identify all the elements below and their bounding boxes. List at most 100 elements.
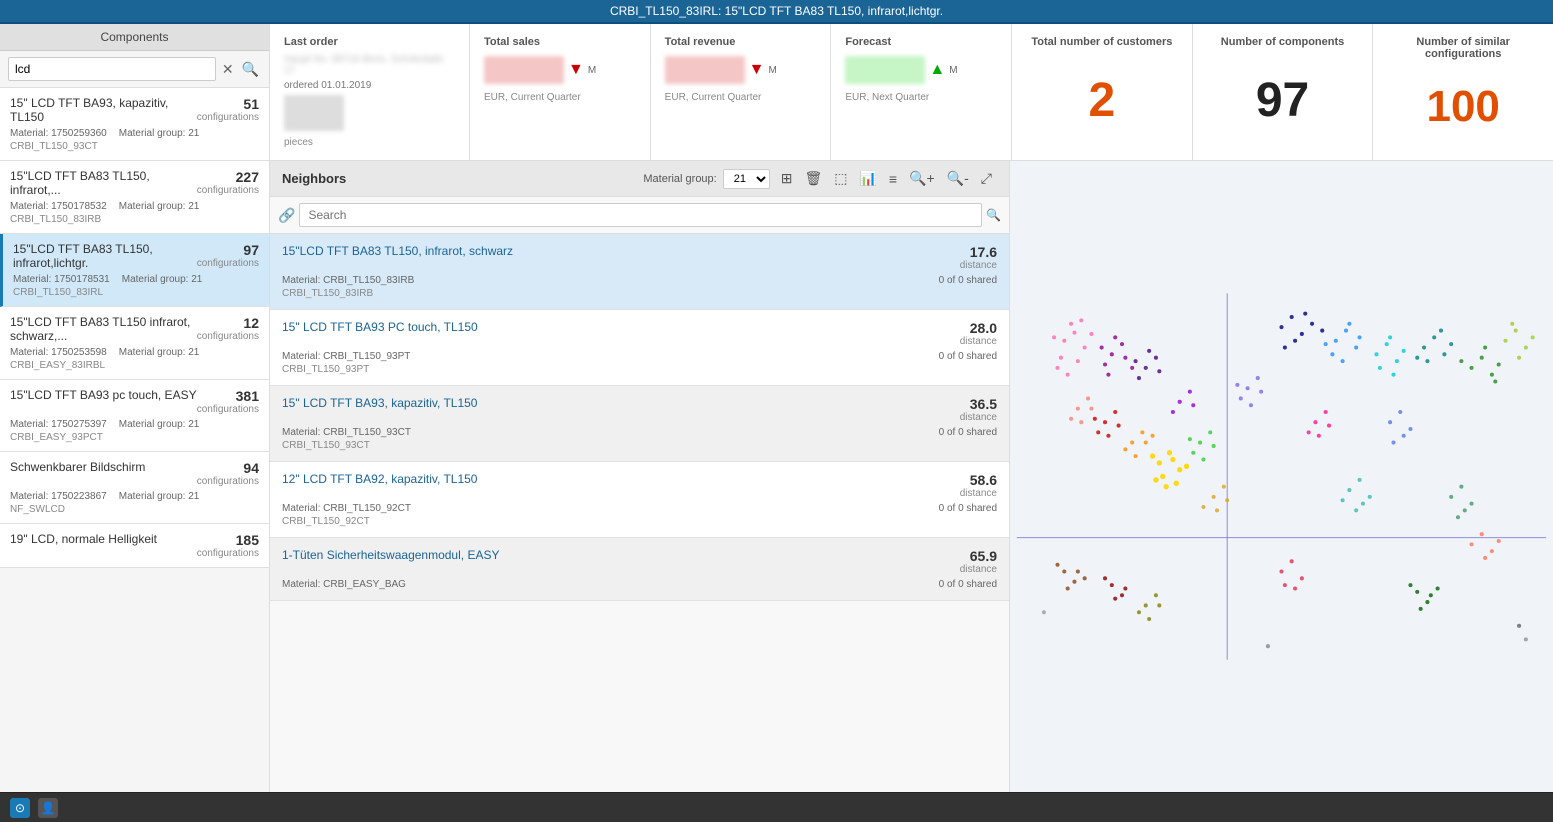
neighbor-item-2[interactable]: 15" LCD TFT BA93 PC touch, TL150 28.0 di… xyxy=(270,310,1009,386)
top-bar: CRBI_TL150_83IRL: 15"LCD TFT BA83 TL150,… xyxy=(0,0,1553,24)
neighbor-name-4: 12" LCD TFT BA92, kapazitiv, TL150 xyxy=(282,472,477,486)
material-group-select[interactable]: 21 xyxy=(723,169,770,189)
forecast-title: Forecast xyxy=(845,36,997,48)
total-sales-title: Total sales xyxy=(484,36,636,48)
app-title: CRBI_TL150_83IRL: 15"LCD TFT BA83 TL150,… xyxy=(610,4,943,18)
bottom-icon-home[interactable]: ⊙ xyxy=(10,798,30,818)
item-meta-3: Material: 1750178531 Material group: 21 xyxy=(13,274,259,285)
neighbor-code-4: CRBI_TL150_92CT xyxy=(282,516,997,527)
neighbors-controls: Material group: 21 ⊞ 🗑 ⬚ 📊 ≡ 🔍+ xyxy=(643,167,997,190)
chart-button[interactable]: 📊 xyxy=(854,167,881,190)
item-meta-4: Material: 1750253598 Material group: 21 xyxy=(10,347,259,358)
sales-arrow-down-icon: ▼ xyxy=(568,61,584,79)
sidebar-item-6[interactable]: Schwenkbarer Bildschirm 94 configuration… xyxy=(0,452,269,524)
neighbor-code-2: CRBI_TL150_93PT xyxy=(282,364,997,375)
forecast-unit: EUR, Next Quarter xyxy=(845,92,997,103)
total-sales-unit: EUR, Current Quarter xyxy=(484,92,636,103)
expand-button[interactable]: ⤢ xyxy=(976,167,997,190)
item-name-7: 19" LCD, normale Helligkeit xyxy=(10,532,197,546)
neighbor-name-3: 15" LCD TFT BA93, kapazitiv, TL150 xyxy=(282,396,477,410)
item-code-2: CRBI_TL150_83IRB xyxy=(10,214,259,225)
item-name-4: 15"LCD TFT BA83 TL150 infrarot, schwarz,… xyxy=(10,315,197,343)
sales-bar xyxy=(484,56,564,84)
item-name-1: 15" LCD TFT BA93, kapazitiv, TL150 xyxy=(10,96,197,124)
item-count-6: 94 configurations xyxy=(197,460,259,487)
neighbor-list: 15"LCD TFT BA83 TL150, infrarot, schwarz… xyxy=(270,234,1009,792)
sidebar-item-2[interactable]: 15"LCD TFT BA83 TL150, infrarot,... 227 … xyxy=(0,161,269,234)
link-icon: 🔗 xyxy=(278,207,295,224)
neighbor-distance-5: 65.9 distance xyxy=(960,548,997,575)
search-row: 🔗 🔍 xyxy=(270,197,1009,234)
stat-card-total-sales: Total sales ▼ M EUR, Current Quarter xyxy=(470,24,651,160)
last-order-name: Haupt No. 98716 Bens. Schokolade 17 xyxy=(284,54,455,76)
neighbor-distance-4: 58.6 distance xyxy=(960,472,997,499)
delete-button[interactable]: 🗑 xyxy=(799,167,827,190)
neighbor-code-3: CRBI_TL150_93CT xyxy=(282,440,997,451)
sidebar-item-4[interactable]: 15"LCD TFT BA83 TL150 infrarot, schwarz,… xyxy=(0,307,269,380)
forecast-arrow-up-icon: ▲ xyxy=(929,61,945,79)
neighbor-code-1: CRBI_TL150_83IRB xyxy=(282,288,997,299)
bottom-bar: ⊙ 👤 xyxy=(0,792,1553,822)
neighbor-meta-5: Material: CRBI_EASY_BAG 0 of 0 shared xyxy=(282,579,997,590)
sidebar-item-1[interactable]: 15" LCD TFT BA93, kapazitiv, TL150 51 co… xyxy=(0,88,269,161)
stat-card-customers: Total number of customers 2 xyxy=(1012,24,1193,160)
scatter-area[interactable] xyxy=(1010,161,1553,792)
revenue-m-label: M xyxy=(769,65,777,76)
item-code-5: CRBI_EASY_93PCT xyxy=(10,432,259,443)
neighbor-name-5: 1-Tüten Sicherheitswaagenmodul, EASY xyxy=(282,548,499,562)
zoom-in-button[interactable]: 🔍+ xyxy=(904,167,940,190)
neighbor-meta-3: Material: CRBI_TL150_93CT 0 of 0 shared xyxy=(282,427,997,438)
list-button[interactable]: ≡ xyxy=(884,167,902,190)
item-code-1: CRBI_TL150_93CT xyxy=(10,141,259,152)
last-order-title: Last order xyxy=(284,36,455,48)
neighbor-item-1[interactable]: 15"LCD TFT BA83 TL150, infrarot, schwarz… xyxy=(270,234,1009,310)
neighbor-meta-1: Material: CRBI_TL150_83IRB 0 of 0 shared xyxy=(282,275,997,286)
search-input[interactable] xyxy=(8,57,216,81)
similar-configs-value: 100 xyxy=(1426,85,1499,129)
search-button[interactable]: 🔍 xyxy=(240,59,261,80)
zoom-out-button[interactable]: 🔍- xyxy=(942,167,974,190)
neighbors-search-icon: 🔍 xyxy=(986,208,1001,222)
sidebar-item-3[interactable]: 15"LCD TFT BA83 TL150, infrarot,lichtgr.… xyxy=(0,234,269,307)
clear-search-button[interactable]: ✕ xyxy=(220,59,236,80)
app-container: CRBI_TL150_83IRL: 15"LCD TFT BA83 TL150,… xyxy=(0,0,1553,822)
item-code-4: CRBI_EASY_83IRBL xyxy=(10,360,259,371)
revenue-arrow-down-icon: ▼ xyxy=(749,61,765,79)
neighbor-item-3[interactable]: 15" LCD TFT BA93, kapazitiv, TL150 36.5 … xyxy=(270,386,1009,462)
grid-view-button[interactable]: ⊞ xyxy=(776,167,798,190)
bottom-icon-user[interactable]: 👤 xyxy=(38,798,58,818)
material-group-label: Material group: xyxy=(643,173,716,185)
item-name-3: 15"LCD TFT BA83 TL150, infrarot,lichtgr. xyxy=(13,242,197,270)
item-meta-2: Material: 1750178532 Material group: 21 xyxy=(10,201,259,212)
sidebar-item-7[interactable]: 19" LCD, normale Helligkeit 185 configur… xyxy=(0,524,269,568)
neighbors-section: Neighbors Material group: 21 ⊞ 🗑 ⬚ 📊 xyxy=(270,161,1553,792)
stat-card-similar-configs: Number of similar configurations 100 xyxy=(1373,24,1553,160)
neighbors-panel: Neighbors Material group: 21 ⊞ 🗑 ⬚ 📊 xyxy=(270,161,1010,792)
stat-card-forecast: Forecast ▲ M EUR, Next Quarter xyxy=(831,24,1012,160)
neighbor-distance-2: 28.0 distance xyxy=(960,320,997,347)
content-area: Last order Haupt No. 98716 Bens. Schokol… xyxy=(270,24,1553,792)
item-meta-1: Material: 1750259360 Material group: 21 xyxy=(10,128,259,139)
neighbor-meta-4: Material: CRBI_TL150_92CT 0 of 0 shared xyxy=(282,503,997,514)
neighbor-name-2: 15" LCD TFT BA93 PC touch, TL150 xyxy=(282,320,478,334)
neighbors-header: Neighbors Material group: 21 ⊞ 🗑 ⬚ 📊 xyxy=(270,161,1009,197)
item-name-2: 15"LCD TFT BA83 TL150, infrarot,... xyxy=(10,169,197,197)
home-icon: ⊙ xyxy=(15,801,25,815)
item-meta-5: Material: 1750275397 Material group: 21 xyxy=(10,419,259,430)
sidebar-item-5[interactable]: 15"LCD TFT BA93 pc touch, EASY 381 confi… xyxy=(0,380,269,452)
layout-button[interactable]: ⬚ xyxy=(829,167,852,190)
neighbors-title: Neighbors xyxy=(282,171,346,186)
item-meta-6: Material: 1750223867 Material group: 21 xyxy=(10,491,259,502)
scatter-plot xyxy=(1010,161,1553,792)
neighbors-search-input[interactable] xyxy=(299,203,982,227)
neighbor-item-4[interactable]: 12" LCD TFT BA92, kapazitiv, TL150 58.6 … xyxy=(270,462,1009,538)
neighbor-item-5[interactable]: 1-Tüten Sicherheitswaagenmodul, EASY 65.… xyxy=(270,538,1009,601)
item-count-3: 97 configurations xyxy=(197,242,259,269)
item-name-6: Schwenkbarer Bildschirm xyxy=(10,460,197,474)
last-order-pieces: pieces xyxy=(284,137,455,148)
search-bar: ✕ 🔍 xyxy=(0,51,269,88)
item-name-5: 15"LCD TFT BA93 pc touch, EASY xyxy=(10,388,197,402)
stat-card-last-order: Last order Haupt No. 98716 Bens. Schokol… xyxy=(270,24,470,160)
item-code-3: CRBI_TL150_83IRL xyxy=(13,287,259,298)
item-count-1: 51 configurations xyxy=(197,96,259,123)
